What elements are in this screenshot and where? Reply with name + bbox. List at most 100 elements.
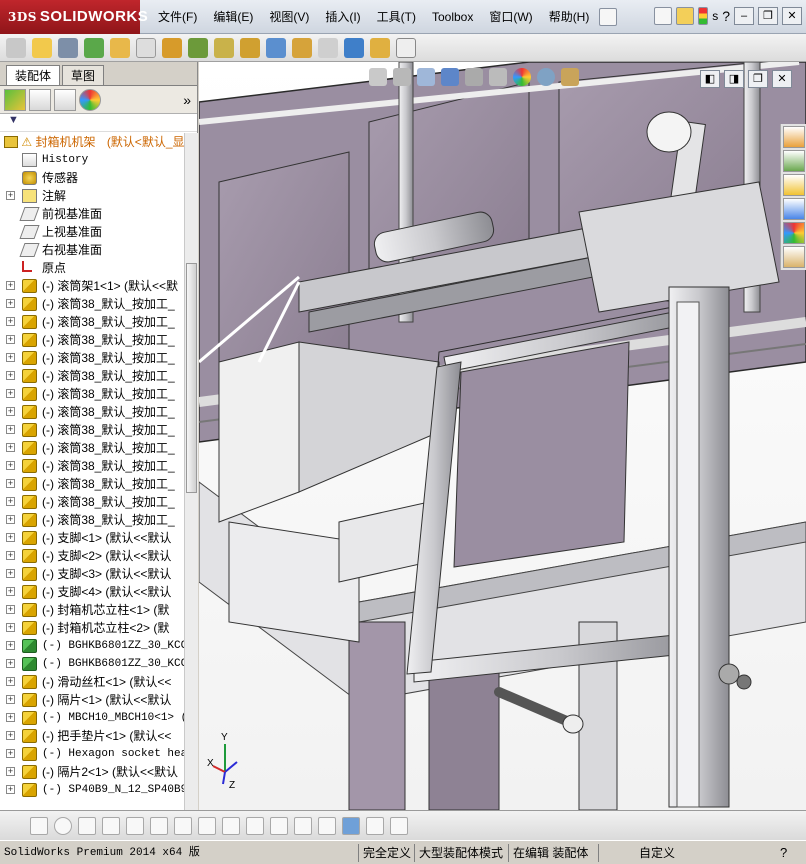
tree-node[interactable]: + (-) 滚筒38_默认_按加工_ xyxy=(0,367,184,385)
interference-detection-icon[interactable] xyxy=(344,37,364,58)
menu-view[interactable]: 视图(V) xyxy=(261,0,317,34)
sketch-plane-icon[interactable] xyxy=(318,816,336,835)
expand-plus-icon[interactable]: + xyxy=(6,713,15,722)
expand-plus-icon[interactable]: + xyxy=(6,281,15,290)
tree-node[interactable]: + (-) BGHKB6801ZZ_30_KCC_ xyxy=(0,637,184,655)
expand-plus-icon[interactable]: + xyxy=(6,497,15,506)
assembly-features-icon[interactable] xyxy=(188,37,208,58)
tree-scrollbar[interactable] xyxy=(184,133,198,810)
3d-box-icon[interactable] xyxy=(342,816,360,835)
filter-icon[interactable]: ▼ xyxy=(8,114,19,126)
expand-plus-icon[interactable]: + xyxy=(6,389,15,398)
expand-plus-icon[interactable]: + xyxy=(6,353,15,362)
construction-line-icon[interactable] xyxy=(246,816,264,835)
expand-plus-icon[interactable]: + xyxy=(6,749,15,758)
expand-plus-icon[interactable]: + xyxy=(6,299,15,308)
reference-geometry-icon[interactable] xyxy=(214,37,234,58)
viewport-next-icon[interactable]: ◨ xyxy=(724,70,744,88)
tree-node[interactable]: 原点 xyxy=(0,259,184,277)
expand-plus-icon[interactable]: + xyxy=(6,605,15,614)
expand-plus-icon[interactable]: + xyxy=(6,443,15,452)
display-style-icon[interactable] xyxy=(465,68,483,86)
tree-node[interactable]: + (-) 滚筒38_默认_按加工_ xyxy=(0,457,184,475)
tree-node[interactable]: + (-) 滚筒38_默认_按加工_ xyxy=(0,439,184,457)
graphics-area[interactable]: ◧ ◨ ❐ ✕ Y X Z xyxy=(199,62,806,810)
tree-node[interactable]: + (-) 支脚<3> (默认<<默认 xyxy=(0,565,184,583)
tree-node[interactable]: 传感器 xyxy=(0,169,184,187)
tree-root[interactable]: ⚠ 封箱机机架 (默认<默认_显 xyxy=(0,133,184,151)
tree-node[interactable]: + (-) BGHKB6801ZZ_30_KCC_ xyxy=(0,655,184,673)
zoom-to-fit-icon[interactable] xyxy=(369,68,387,86)
expand-plus-icon[interactable]: + xyxy=(6,461,15,470)
expand-plus-icon[interactable]: + xyxy=(6,695,15,704)
layout-icon[interactable] xyxy=(366,816,384,835)
tree-node[interactable]: 右视基准面 xyxy=(0,241,184,259)
zoom-area-icon[interactable] xyxy=(393,68,411,86)
line-icon[interactable] xyxy=(78,816,96,835)
menu-help[interactable]: 帮助(H) xyxy=(541,0,598,34)
tree-node[interactable]: + (-) 滚筒38_默认_按加工_ xyxy=(0,349,184,367)
expand-plus-icon[interactable]: + xyxy=(6,335,15,344)
exploded-view-icon[interactable] xyxy=(292,37,312,58)
tree-node[interactable]: + (-) 滚筒38_默认_按加工_ xyxy=(0,475,184,493)
expand-plus-icon[interactable]: + xyxy=(6,785,15,794)
tree-node[interactable]: + (-) 滚筒38_默认_按加工_ xyxy=(0,313,184,331)
tree-node[interactable]: History xyxy=(0,151,184,169)
appearances-icon[interactable] xyxy=(783,222,805,244)
expand-plus-icon[interactable]: + xyxy=(6,677,15,686)
pin-icon[interactable] xyxy=(599,8,618,26)
search-label[interactable]: s xyxy=(712,9,718,23)
tree-node[interactable]: + (-) 支脚<4> (默认<<默认 xyxy=(0,583,184,601)
status-help-icon[interactable]: ? xyxy=(780,844,787,862)
minimize-button[interactable]: – xyxy=(734,7,754,25)
point-icon[interactable] xyxy=(30,816,48,835)
tree-node[interactable]: + (-) 封箱机芯立柱<2> (默 xyxy=(0,619,184,637)
view-settings-icon[interactable] xyxy=(561,68,579,86)
tree-node[interactable]: + (-) 滚筒38_默认_按加工_ xyxy=(0,511,184,529)
new-document-icon[interactable] xyxy=(654,7,673,25)
trim-icon[interactable] xyxy=(126,816,144,835)
property-manager-icon[interactable] xyxy=(29,88,51,111)
expand-plus-icon[interactable]: + xyxy=(6,659,15,668)
menu-toolbox[interactable]: Toolbox xyxy=(424,0,481,34)
insert-component-icon[interactable] xyxy=(6,37,26,58)
menu-window[interactable]: 窗口(W) xyxy=(481,0,540,34)
tree-node[interactable]: + (-) 滚筒38_默认_按加工_ xyxy=(0,403,184,421)
tree-node[interactable]: + (-) 滚筒38_默认_按加工_ xyxy=(0,331,184,349)
open-document-icon[interactable] xyxy=(676,7,695,25)
tree-node[interactable]: + (-) MBCH10_MBCH10<1> (默 xyxy=(0,709,184,727)
display-manager-icon[interactable] xyxy=(79,88,101,111)
tree-node[interactable]: + (-) 把手垫片<1> (默认<< xyxy=(0,727,184,745)
tab-assembly[interactable]: 装配体 xyxy=(6,65,61,85)
expand-panel-icon[interactable]: » xyxy=(183,92,191,108)
bill-of-materials-icon[interactable] xyxy=(266,37,286,58)
section-view-icon[interactable] xyxy=(417,68,435,86)
view-orientation-icon[interactable] xyxy=(441,68,459,86)
feature-manager-tree-icon[interactable] xyxy=(4,88,26,111)
close-button[interactable]: ✕ xyxy=(782,7,802,25)
tree-node[interactable]: + (-) 支脚<2> (默认<<默认 xyxy=(0,547,184,565)
block-table-icon[interactable] xyxy=(390,816,408,835)
move-component-icon[interactable] xyxy=(136,37,156,58)
explode-line-sketch-icon[interactable] xyxy=(318,37,338,58)
tree-node[interactable]: + (-) 滚筒架1<1> (默认<<默 xyxy=(0,277,184,295)
tree-node[interactable]: 上视基准面 xyxy=(0,223,184,241)
mate-icon[interactable] xyxy=(58,37,78,58)
expand-plus-icon[interactable]: + xyxy=(6,515,15,524)
grid-icon[interactable] xyxy=(294,816,312,835)
restore-button[interactable]: ❐ xyxy=(758,7,778,25)
show-hidden-icon[interactable] xyxy=(162,37,182,58)
tree-node[interactable]: + (-) SP40B9_N_12_SP40B9- xyxy=(0,781,184,799)
menu-edit[interactable]: 编辑(E) xyxy=(205,0,261,34)
tree-node[interactable]: + (-) 支脚<1> (默认<<默认 xyxy=(0,529,184,547)
viewport-close-icon[interactable]: ✕ xyxy=(772,70,792,88)
clearance-verification-icon[interactable] xyxy=(370,37,390,58)
expand-plus-icon[interactable]: + xyxy=(6,407,15,416)
mirror-icon[interactable] xyxy=(174,816,192,835)
tab-sketch[interactable]: 草图 xyxy=(62,65,105,85)
tree-node[interactable]: + (-) 隔片<1> (默认<<默认 xyxy=(0,691,184,709)
menu-file[interactable]: 文件(F) xyxy=(150,0,205,34)
fillet-icon[interactable] xyxy=(198,816,216,835)
expand-plus-icon[interactable]: + xyxy=(6,191,15,200)
tree-node[interactable]: + 注解 xyxy=(0,187,184,205)
